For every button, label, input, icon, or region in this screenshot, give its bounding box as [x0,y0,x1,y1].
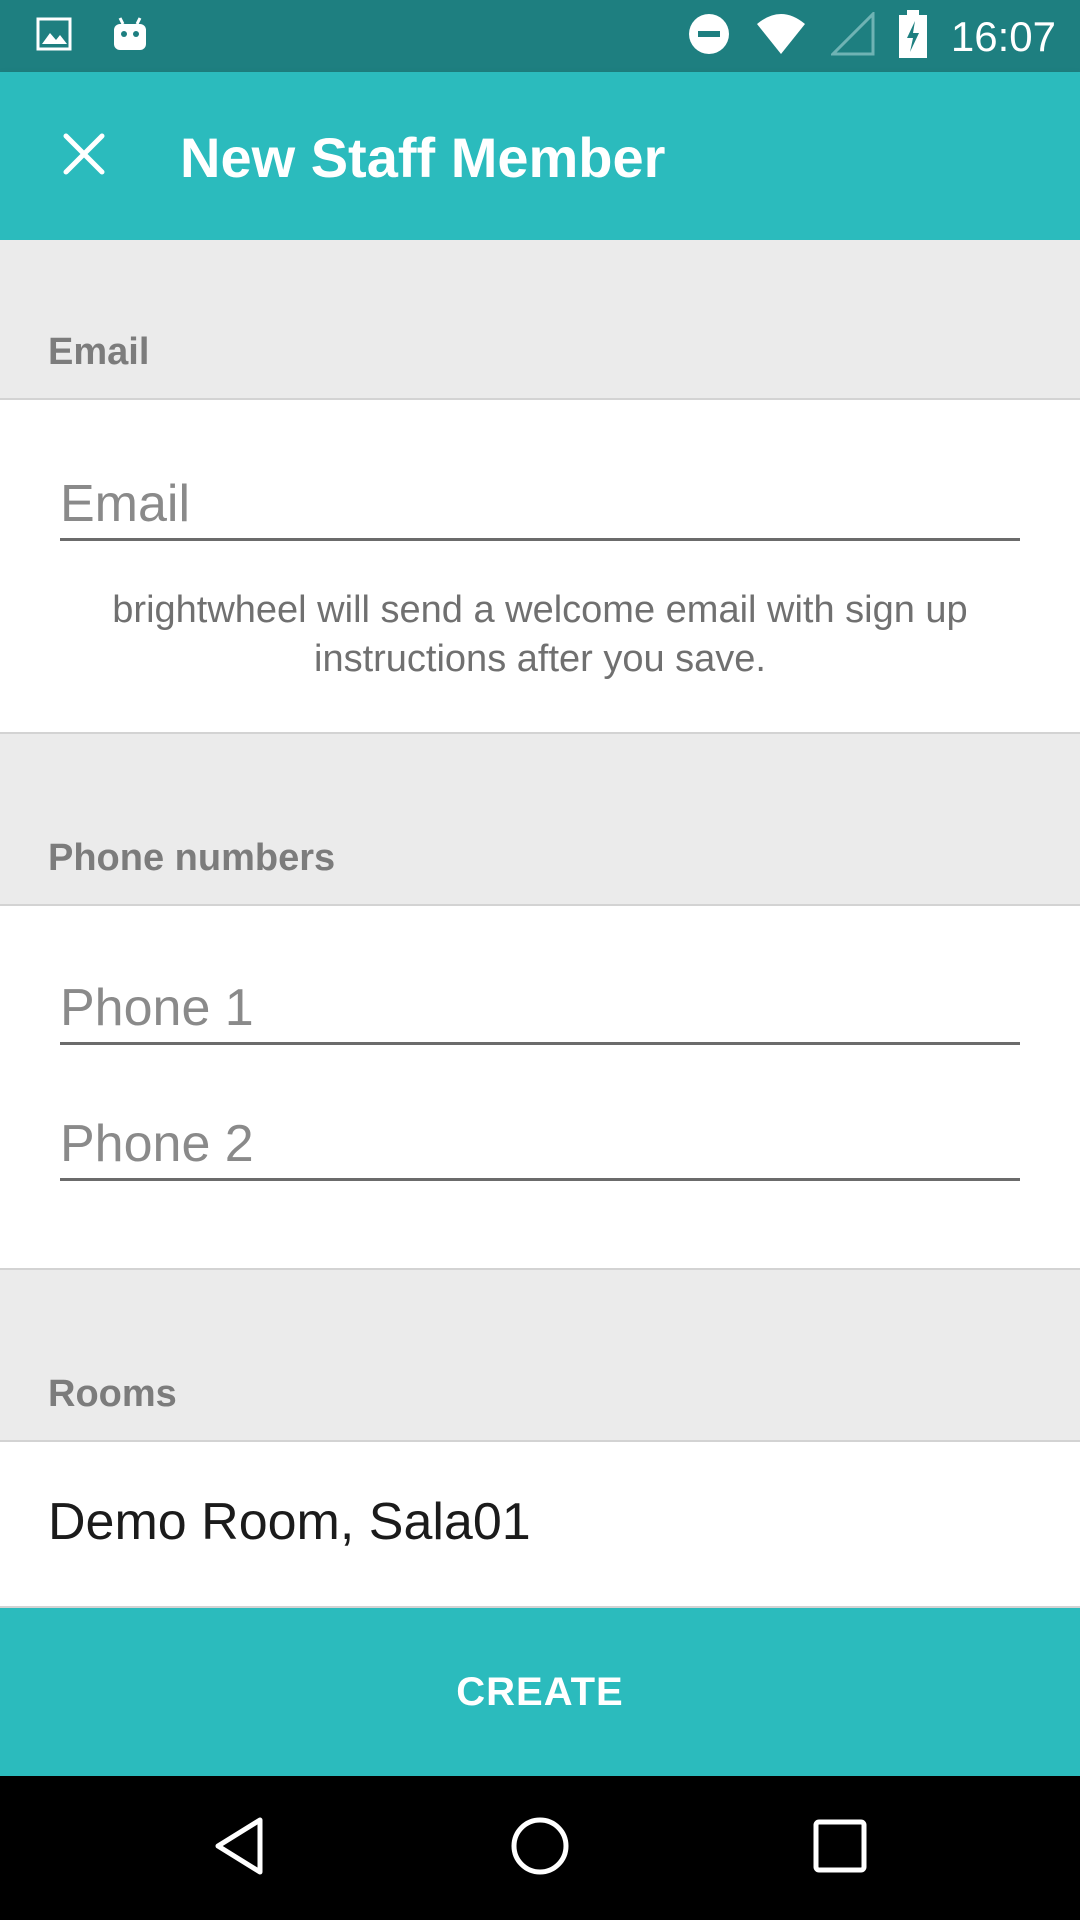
page-title: New Staff Member [180,126,666,189]
email-section: brightwheel will send a welcome email wi… [0,400,1080,734]
navigation-bar [0,1776,1080,1920]
rooms-section-header: Rooms [0,1270,1080,1442]
email-section-label: Email [48,331,150,373]
wifi-icon [755,12,807,61]
android-icon [110,14,150,59]
email-help-text: brightwheel will send a welcome email wi… [112,589,968,680]
recents-icon [812,1818,868,1879]
rooms-value: Demo Room, Sala01 [48,1493,531,1551]
home-button[interactable] [504,1812,576,1884]
status-bar: 16:07 [0,0,1080,72]
do-not-disturb-icon [687,12,731,61]
email-field[interactable] [60,472,1020,541]
back-button[interactable] [204,1812,276,1884]
phone-2-field[interactable] [60,1112,1020,1181]
rooms-section-label: Rooms [48,1373,177,1415]
back-icon [210,1814,270,1883]
home-icon [508,1814,572,1883]
phone-section-label: Phone numbers [48,837,336,879]
recents-button[interactable] [804,1812,876,1884]
phone-section [0,906,1080,1270]
create-button[interactable]: CREATE [0,1608,1080,1776]
battery-charging-icon [898,10,927,63]
close-icon [62,132,106,181]
phone-1-field[interactable] [60,976,1020,1045]
phone-section-header: Phone numbers [0,734,1080,906]
clock: 16:07 [950,12,1056,60]
cell-signal-icon [829,10,875,61]
email-section-header: Email [0,240,1080,400]
close-button[interactable] [50,122,118,190]
rooms-selector[interactable]: Demo Room, Sala01 [0,1442,1080,1608]
app-bar: New Staff Member [0,72,1080,240]
image-icon [36,16,72,57]
